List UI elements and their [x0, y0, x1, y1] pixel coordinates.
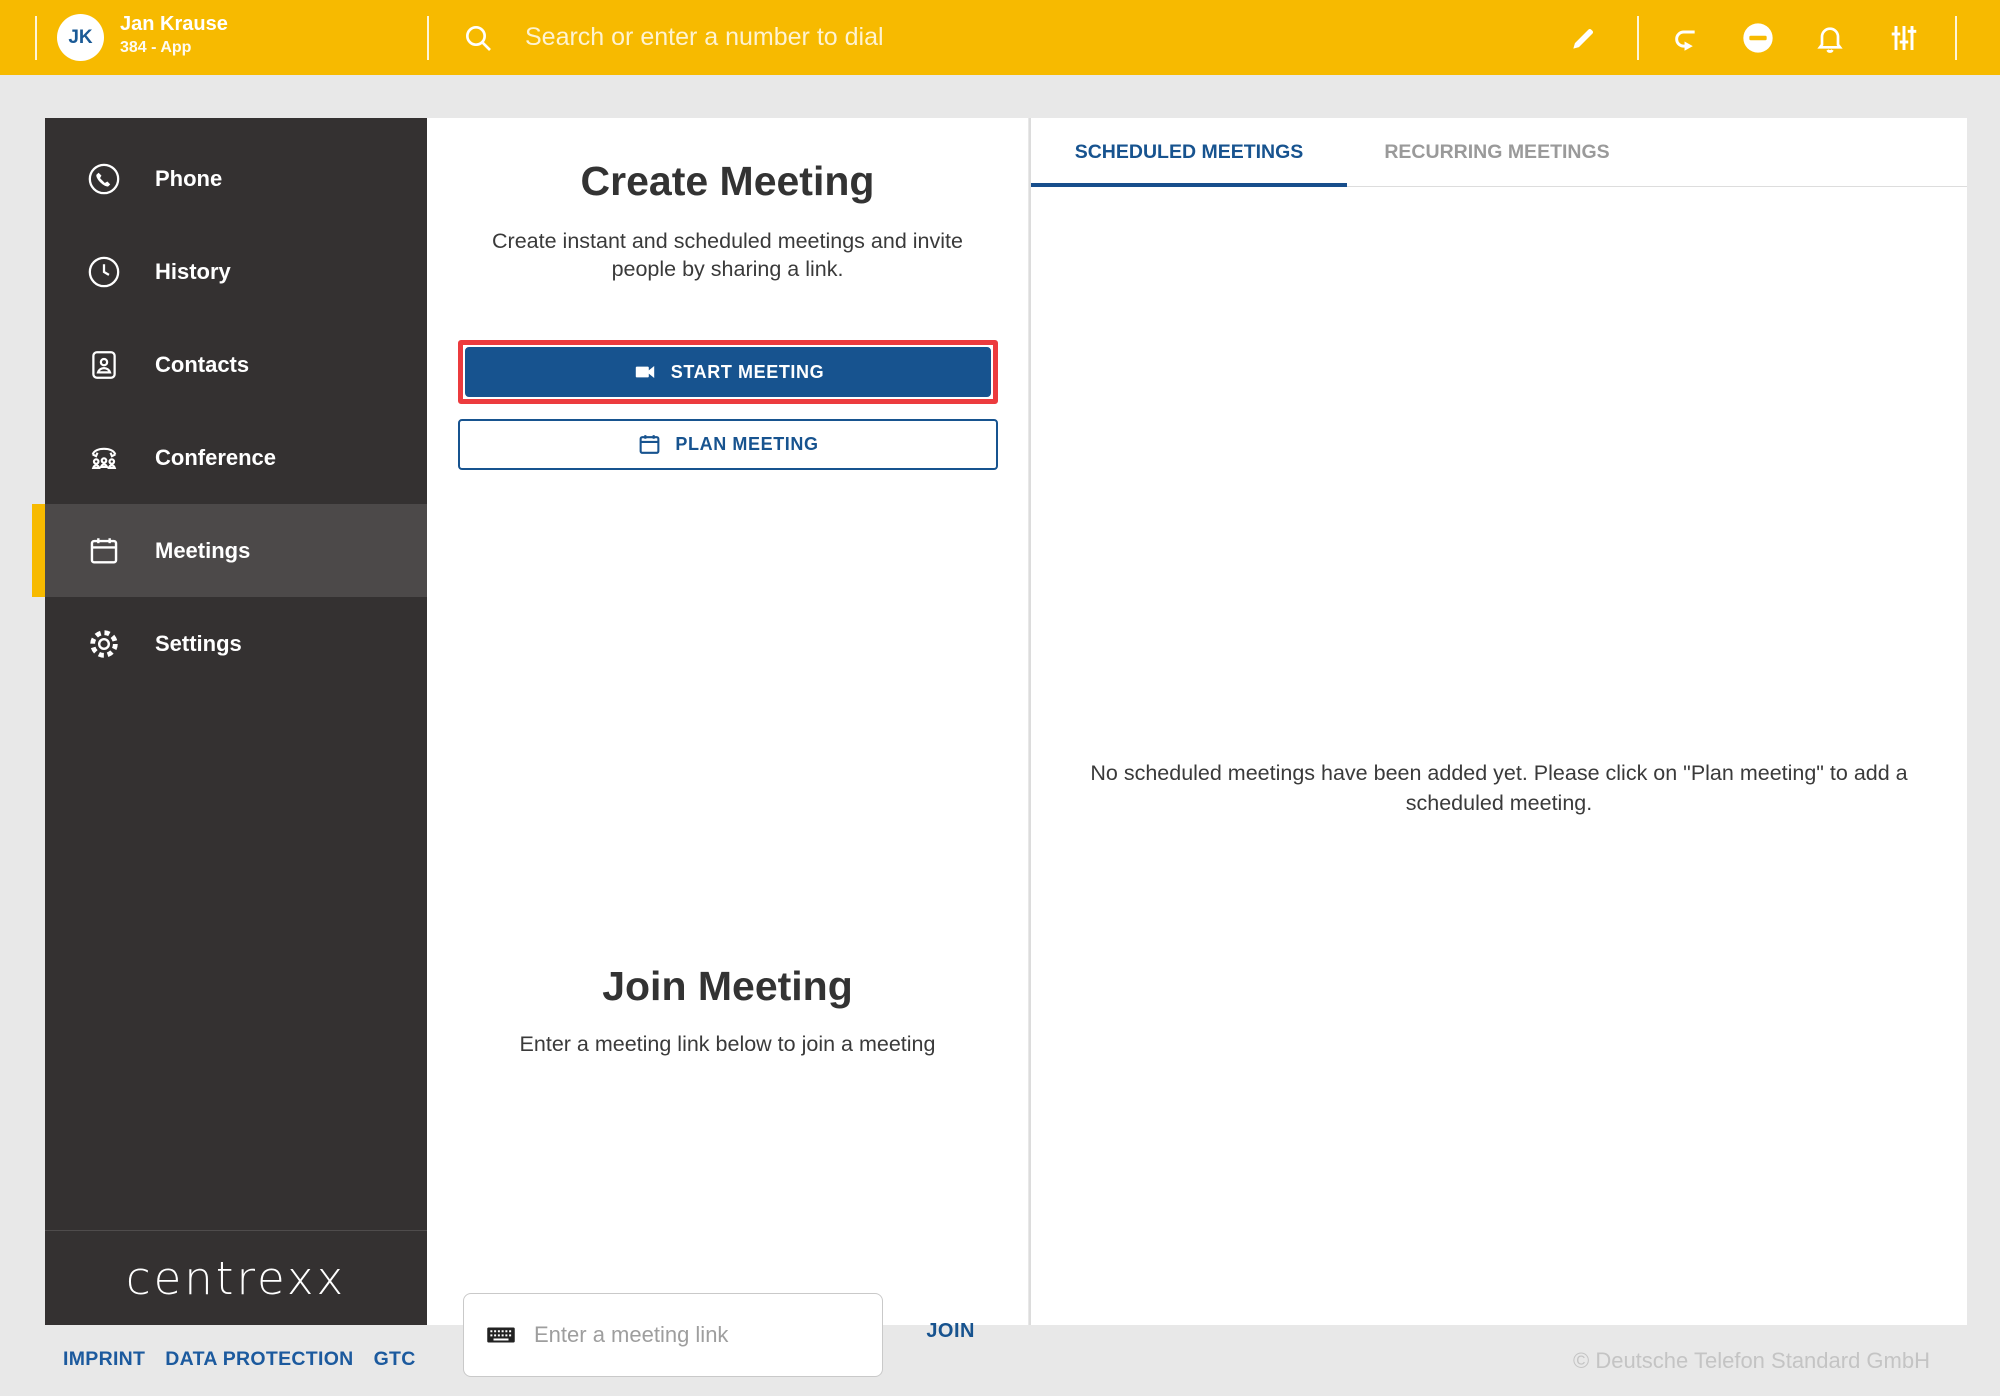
join-meeting-subtitle: Enter a meeting link below to join a mee… [519, 1032, 936, 1056]
header-divider [1955, 16, 1957, 60]
notifications-icon[interactable] [1814, 22, 1846, 54]
sidebar-item-label: Conference [155, 444, 277, 470]
tab-recurring-meetings[interactable]: RECURRING MEETINGS [1347, 118, 1647, 186]
sidebar-item-label: Meetings [155, 537, 251, 563]
sidebar-item-label: Phone [155, 165, 223, 191]
top-bar: JK Jan Krause 384 - App [0, 0, 2000, 75]
sidebar-item-label: Settings [155, 630, 242, 656]
settings-icon [87, 627, 121, 661]
meetings-tabbar: SCHEDULED MEETINGS RECURRING MEETINGS [1031, 118, 1967, 187]
click-target-annotation: START MEETING [458, 340, 998, 404]
tab-scheduled-meetings[interactable]: SCHEDULED MEETINGS [1031, 118, 1347, 187]
sidebar-item-conference[interactable]: Conference [45, 411, 427, 504]
user-block: Jan Krause 384 - App [120, 13, 228, 57]
sidebar-item-settings[interactable]: Settings [45, 597, 427, 690]
sidebar-item-label: Contacts [155, 351, 250, 377]
centrexx-logo: centrexx [125, 1251, 347, 1305]
avatar-initials: JK [68, 26, 93, 48]
sidebar-item-label: History [155, 258, 231, 284]
meetings-list-panel: SCHEDULED MEETINGS RECURRING MEETINGS No… [1029, 118, 1967, 1325]
conference-icon [87, 441, 121, 475]
join-meeting-title: Join Meeting [602, 963, 853, 1009]
sidebar-item-meetings[interactable]: Meetings [32, 504, 427, 597]
phone-icon [87, 162, 121, 196]
empty-state-message: No scheduled meetings have been added ye… [1090, 761, 1908, 816]
meeting-link-input[interactable] [534, 1305, 882, 1365]
calendar-icon [637, 432, 662, 457]
start-meeting-button[interactable]: START MEETING [465, 347, 991, 397]
logo-block: centrexx [45, 1230, 427, 1325]
imprint-link[interactable]: IMPRINT [63, 1348, 145, 1371]
join-button[interactable]: JOIN [926, 1320, 975, 1343]
gtc-link[interactable]: GTC [374, 1348, 416, 1371]
tab-label: SCHEDULED MEETINGS [1074, 140, 1304, 163]
plan-meeting-button[interactable]: PLAN MEETING [458, 419, 998, 470]
header-divider [1637, 16, 1639, 60]
copyright-text: © Deutsche Telefon Standard GmbH [1573, 1348, 1930, 1373]
tab-label: RECURRING MEETINGS [1384, 140, 1610, 163]
create-meeting-title: Create Meeting [580, 158, 875, 204]
pencil-icon[interactable] [1568, 22, 1600, 54]
start-meeting-label: START MEETING [670, 361, 825, 382]
sidebar-item-history[interactable]: History [45, 225, 427, 318]
sidebar: Phone History Contacts Conference Meetin… [32, 118, 427, 1325]
call-forward-icon[interactable] [1668, 22, 1700, 54]
keyboard-icon [486, 1320, 516, 1350]
search-input[interactable] [525, 14, 1475, 60]
create-meeting-subtitle: Create instant and scheduled meetings an… [492, 229, 963, 282]
tune-settings-icon[interactable] [1888, 22, 1920, 54]
create-meeting-panel: Create Meeting Create instant and schedu… [427, 118, 1028, 1377]
user-name: Jan Krause [120, 13, 228, 35]
sidebar-item-phone[interactable]: Phone [45, 132, 427, 225]
user-extension: 384 - App [120, 39, 192, 56]
video-camera-icon [632, 359, 658, 385]
header-divider [427, 16, 429, 60]
contacts-icon [87, 348, 121, 382]
history-icon [87, 255, 121, 289]
header-divider [35, 16, 37, 60]
avatar[interactable]: JK [57, 14, 104, 61]
data-protection-link[interactable]: DATA PROTECTION [165, 1348, 353, 1371]
sidebar-item-contacts[interactable]: Contacts [45, 318, 427, 411]
meeting-link-field [463, 1293, 883, 1377]
meetings-icon [87, 534, 121, 568]
search-icon [462, 22, 494, 54]
footer-links: IMPRINT DATA PROTECTION GTC [63, 1348, 416, 1371]
plan-meeting-label: PLAN MEETING [675, 434, 819, 454]
do-not-disturb-icon[interactable] [1742, 22, 1774, 54]
